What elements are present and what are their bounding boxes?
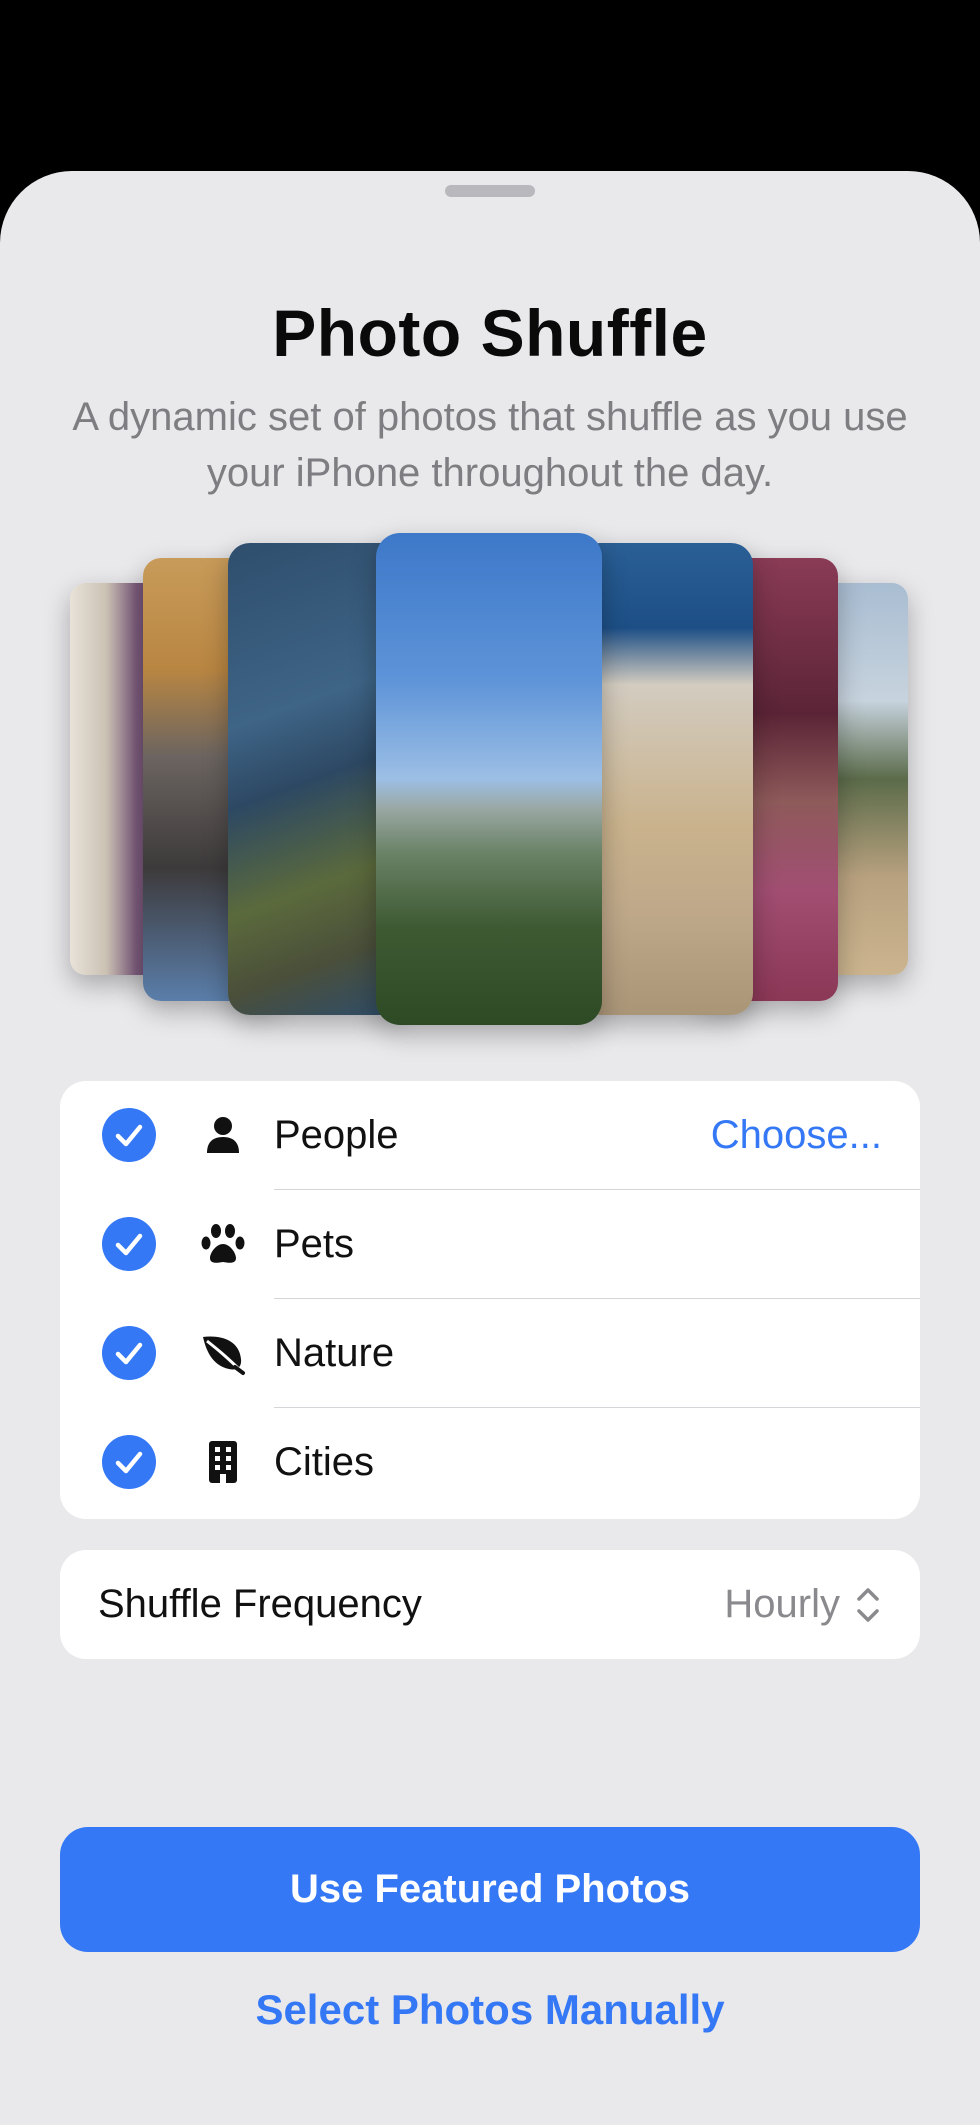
category-label: Pets (274, 1222, 355, 1266)
shuffle-frequency-row[interactable]: Shuffle Frequency Hourly (60, 1550, 920, 1659)
use-featured-photos-button[interactable]: Use Featured Photos (60, 1827, 920, 1952)
category-row-cities[interactable]: Cities (60, 1408, 920, 1517)
chevron-up-down-icon[interactable] (854, 1585, 882, 1625)
choose-people-link[interactable]: Choose... (711, 1081, 882, 1190)
shuffle-frequency-label: Shuffle Frequency (98, 1582, 422, 1626)
photo-preview-person-2 (578, 543, 753, 1015)
checkmark-icon[interactable] (102, 1217, 156, 1271)
checkmark-icon[interactable] (102, 1108, 156, 1162)
category-row-pets[interactable]: Pets (60, 1190, 920, 1299)
bottom-sheet: Photo Shuffle A dynamic set of photos th… (0, 171, 980, 2125)
category-label: People (274, 1113, 399, 1157)
photo-preview-city (376, 533, 602, 1025)
category-row-nature[interactable]: Nature (60, 1299, 920, 1408)
paw-icon (199, 1220, 247, 1268)
category-row-people[interactable]: People Choose... (60, 1081, 920, 1190)
select-photos-manually-link[interactable]: Select Photos Manually (0, 1986, 980, 2034)
building-icon (199, 1438, 247, 1486)
leaf-icon (199, 1329, 247, 1377)
photo-preview-carousel (0, 171, 980, 1071)
checkmark-icon[interactable] (102, 1435, 156, 1489)
category-label: Cities (274, 1440, 375, 1484)
shuffle-frequency-value[interactable]: Hourly (724, 1550, 840, 1659)
category-list: People Choose... Pets Nature Cities (60, 1081, 920, 1519)
person-icon (199, 1111, 247, 1159)
checkmark-icon[interactable] (102, 1326, 156, 1380)
category-label: Nature (274, 1331, 395, 1375)
